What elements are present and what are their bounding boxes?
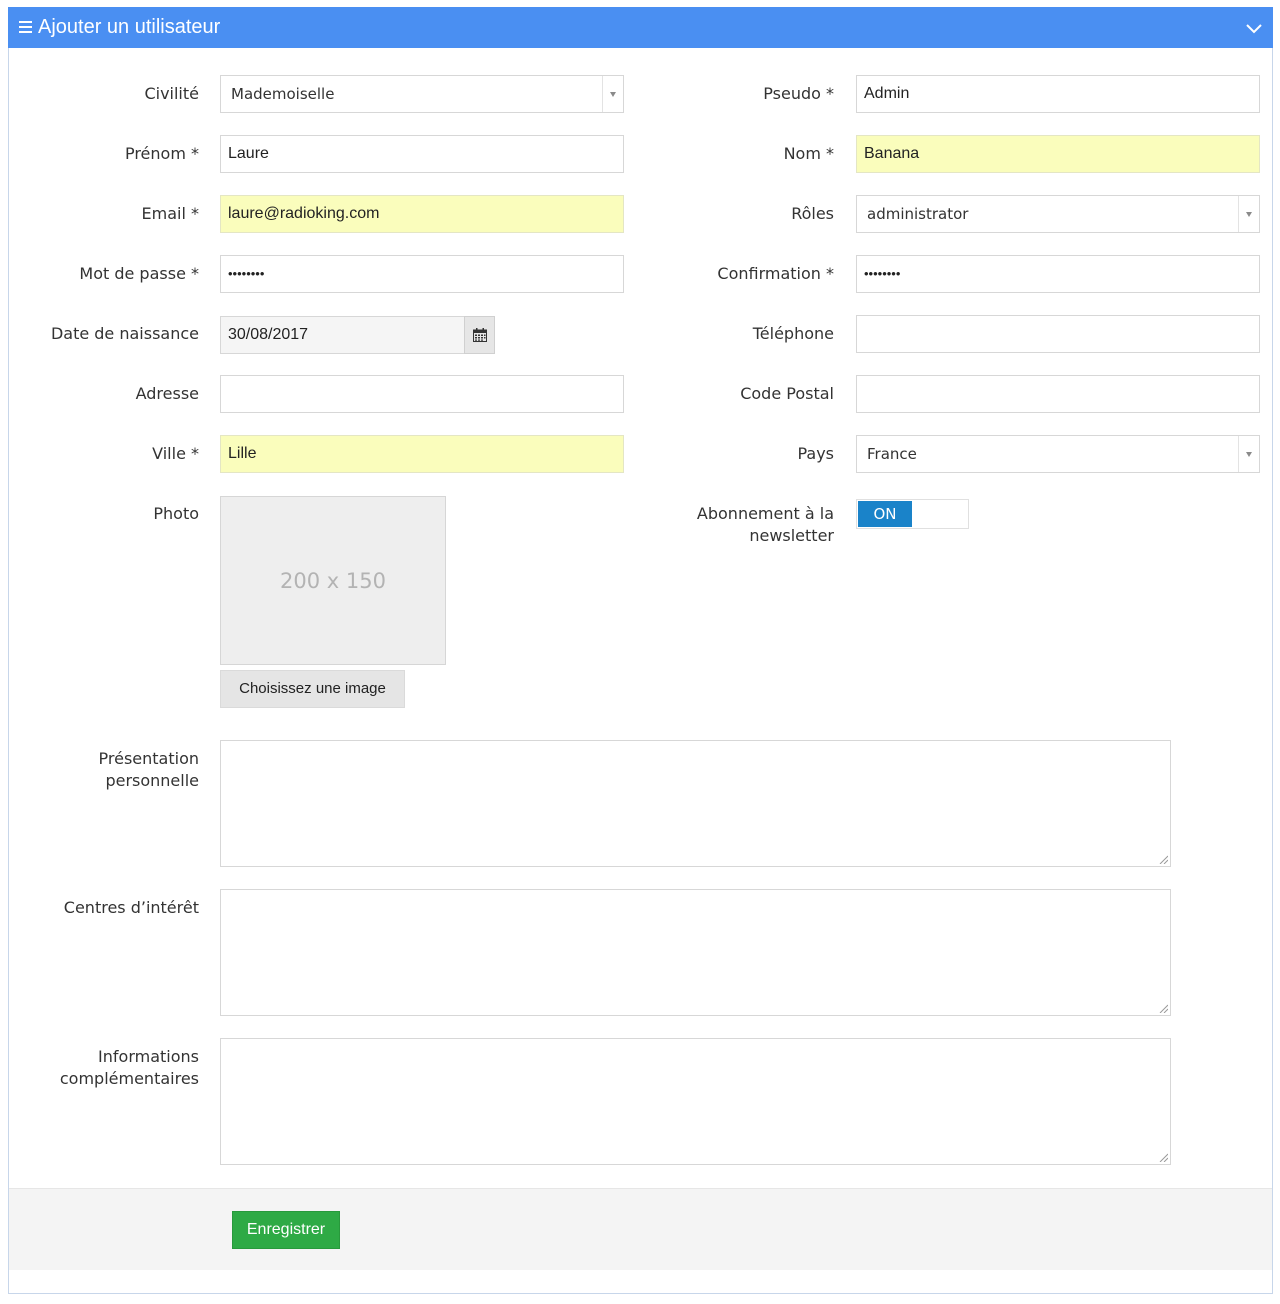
date-picker-button[interactable]: [464, 316, 495, 354]
newsletter-label-line1: Abonnement à la: [696, 504, 834, 523]
roles-select[interactable]: administrator: [856, 195, 1260, 233]
panel-header: Ajouter un utilisateur: [8, 7, 1273, 48]
code-postal-label: Code Postal: [740, 384, 834, 403]
dropdown-arrow-icon: [610, 92, 616, 97]
confirmation-label: Confirmation *: [717, 264, 834, 283]
password-input[interactable]: ••••••••: [220, 255, 624, 293]
pays-label: Pays: [797, 444, 834, 463]
calendar-icon: [473, 328, 487, 342]
nom-input[interactable]: Banana: [856, 135, 1260, 173]
confirmation-input[interactable]: ••••••••: [856, 255, 1260, 293]
panel-title: Ajouter un utilisateur: [38, 16, 221, 38]
ville-label: Ville *: [152, 444, 199, 463]
informations-textarea[interactable]: [220, 1038, 1171, 1165]
roles-label: Rôles: [791, 204, 834, 223]
resize-grip-icon[interactable]: [1159, 1153, 1168, 1162]
prenom-input[interactable]: Laure: [220, 135, 624, 173]
newsletter-label-line2: newsletter: [749, 526, 834, 545]
newsletter-label: Abonnement à la newsletter: [697, 503, 834, 547]
birthdate-input[interactable]: 30/08/2017: [220, 316, 465, 354]
informations-label-line2: complémentaires: [59, 1069, 199, 1088]
pays-select[interactable]: France: [856, 435, 1260, 473]
photo-placeholder: 200 x 150: [220, 496, 446, 665]
photo-label: Photo: [153, 504, 199, 523]
telephone-label: Téléphone: [752, 324, 834, 343]
dropdown-arrow-icon: [1246, 212, 1252, 217]
email-input[interactable]: laure@radioking.com: [220, 195, 624, 233]
birthdate-label: Date de naissance: [50, 324, 199, 343]
telephone-input[interactable]: [856, 315, 1260, 353]
centres-interet-label: Centres d’intérêt: [63, 898, 199, 917]
informations-label: Informations complémentaires: [60, 1046, 199, 1090]
centres-interet-textarea[interactable]: [220, 889, 1171, 1016]
chevron-down-icon[interactable]: [1245, 19, 1263, 37]
roles-value: administrator: [867, 205, 969, 223]
code-postal-input[interactable]: [856, 375, 1260, 413]
presentation-label-line1: Présentation: [98, 749, 199, 768]
adresse-input[interactable]: [220, 375, 624, 413]
save-button[interactable]: Enregistrer: [232, 1211, 340, 1249]
informations-label-line1: Informations: [98, 1047, 199, 1066]
email-label: Email *: [141, 204, 199, 223]
dropdown-arrow-icon: [1246, 452, 1252, 457]
form-footer: Enregistrer: [9, 1188, 1272, 1270]
resize-grip-icon[interactable]: [1159, 1004, 1168, 1013]
password-label: Mot de passe *: [79, 264, 199, 283]
ville-input[interactable]: Lille: [220, 435, 624, 473]
photo-placeholder-text: 200 x 150: [280, 569, 386, 593]
prenom-label: Prénom *: [124, 144, 199, 163]
adresse-label: Adresse: [135, 384, 199, 403]
resize-grip-icon[interactable]: [1159, 855, 1168, 864]
newsletter-toggle[interactable]: ON: [856, 499, 969, 529]
pseudo-input[interactable]: Admin: [856, 75, 1260, 113]
hamburger-icon: [19, 21, 32, 33]
civilite-label: Civilité: [144, 84, 199, 103]
pseudo-label: Pseudo *: [763, 84, 834, 103]
pays-value: France: [867, 445, 917, 463]
presentation-textarea[interactable]: [220, 740, 1171, 867]
civilite-select[interactable]: Mademoiselle: [220, 75, 624, 113]
presentation-label-line2: personnelle: [105, 771, 199, 790]
choose-image-button[interactable]: Choisissez une image: [220, 670, 405, 708]
toggle-on-label: ON: [858, 501, 912, 527]
nom-label: Nom *: [783, 144, 834, 163]
presentation-label: Présentation personnelle: [99, 748, 199, 792]
civilite-value: Mademoiselle: [231, 85, 335, 103]
